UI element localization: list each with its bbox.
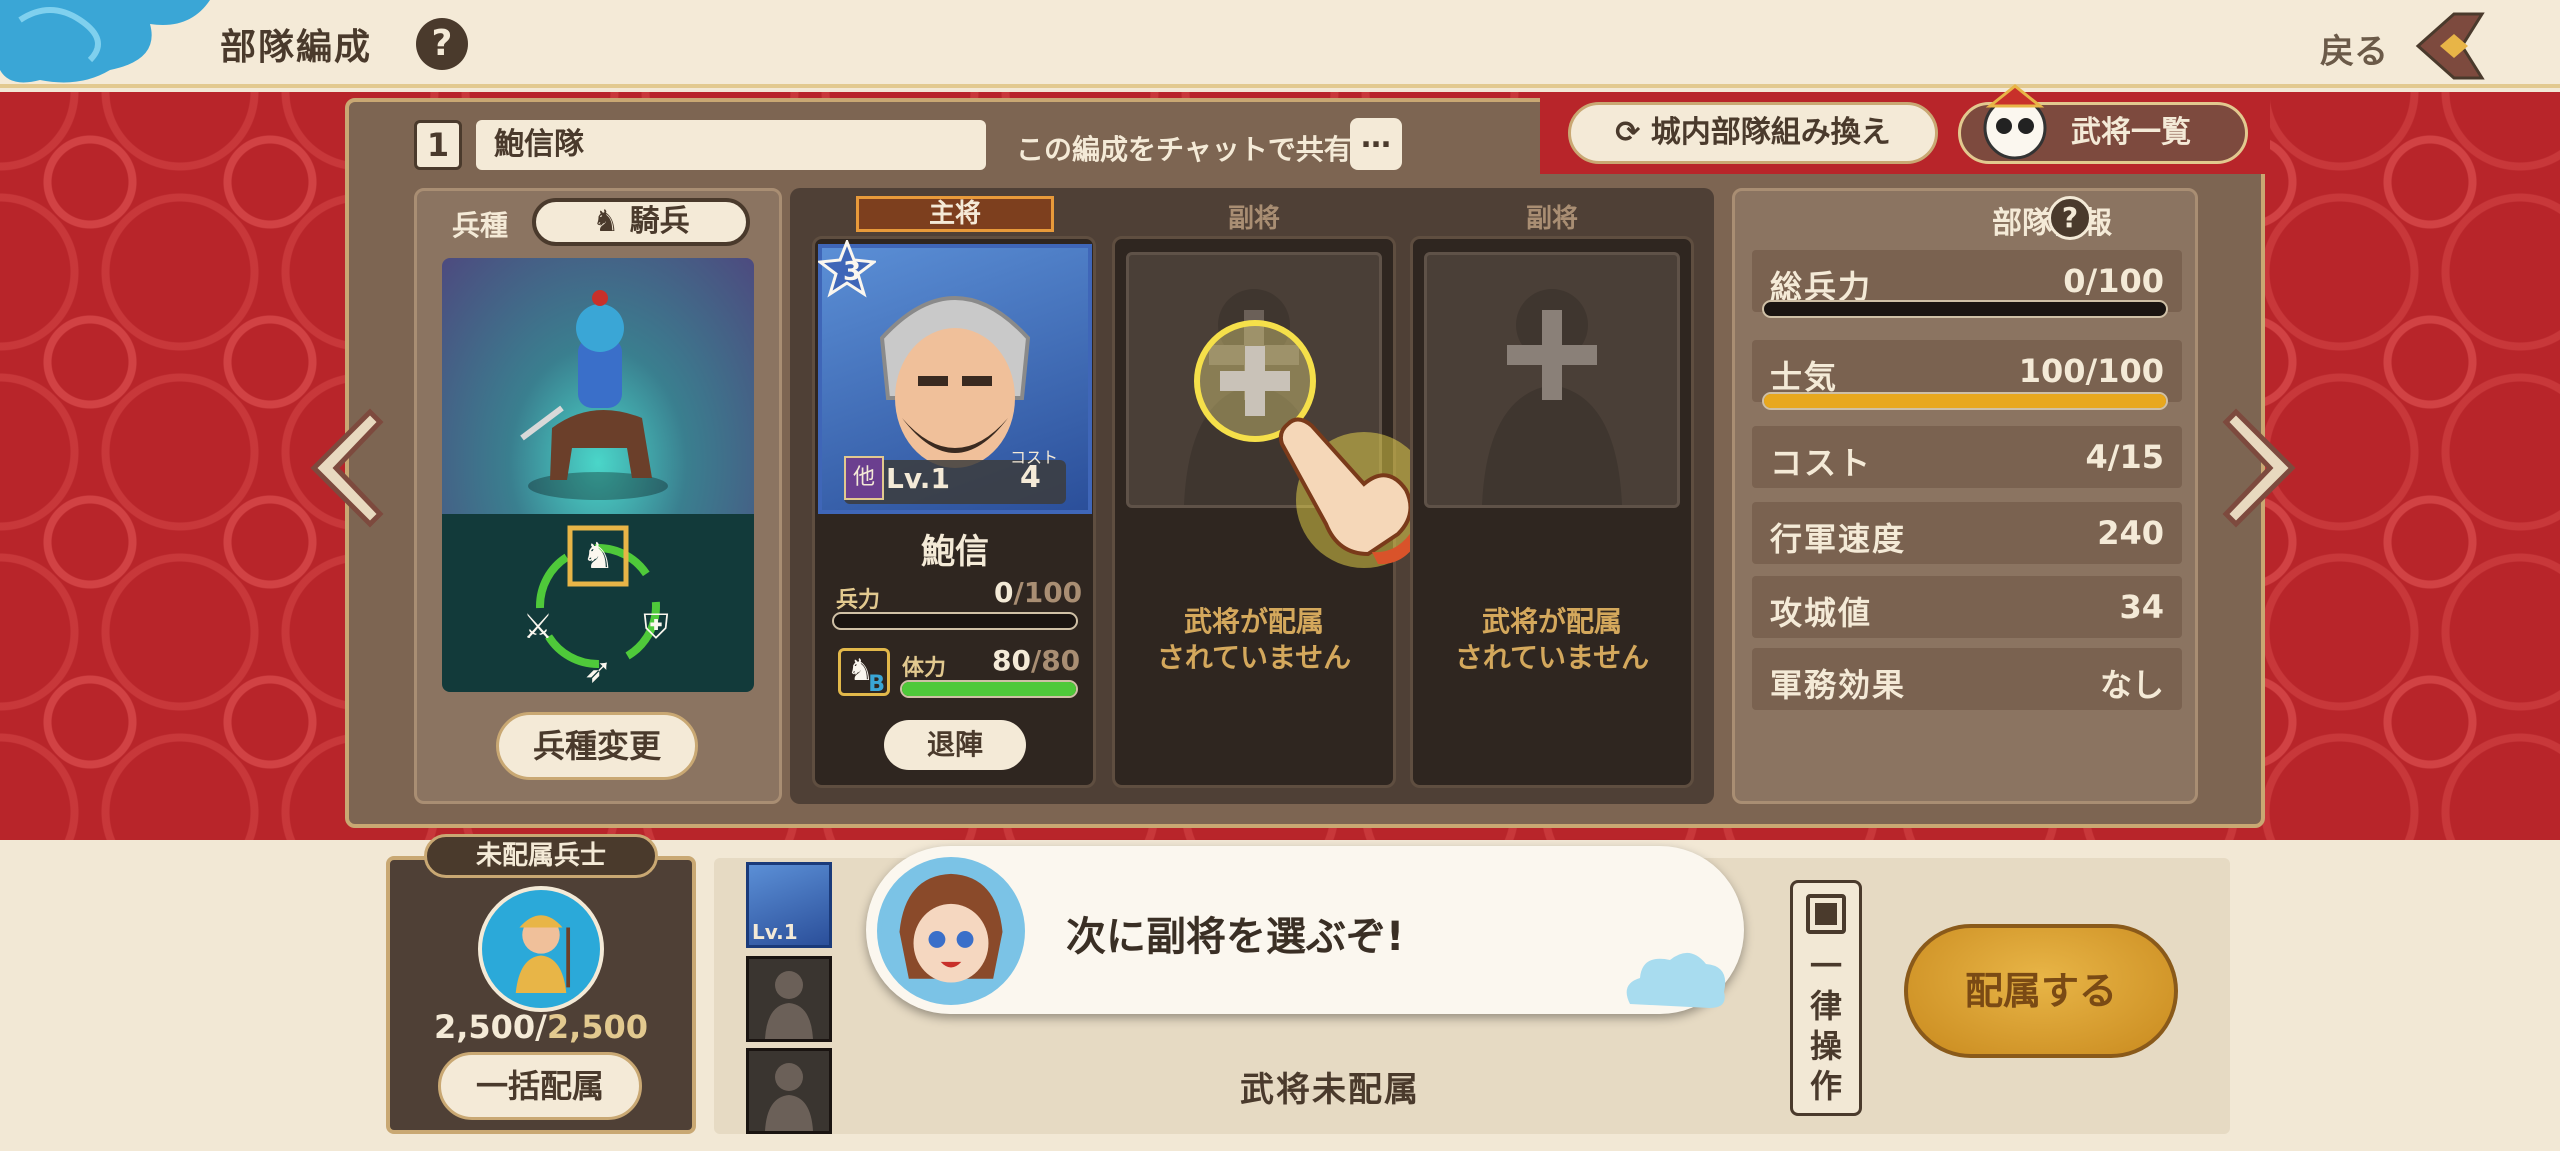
tutorial-message: 次に副将を選ぶぞ!: [1066, 914, 1405, 960]
change-troop-type-button[interactable]: 兵種変更: [496, 712, 698, 780]
silhouette-add-icon: [1482, 289, 1622, 505]
empty-slot-text-2-line1: 武将が配属: [1481, 605, 1622, 638]
sub-general-label-2: 副将: [1525, 204, 1578, 234]
info-row-duty-effect: 軍務効果 なし: [1752, 648, 2182, 710]
troop-type-label: 兵種: [452, 209, 509, 242]
star-rank-value: 3: [843, 257, 861, 287]
unit-info-help-button[interactable]: ?: [2048, 196, 2092, 240]
morale-bar-fill: [1764, 394, 2166, 408]
troop-type-badge: ♞ 騎兵: [532, 198, 750, 246]
back-label[interactable]: 戻る: [2320, 24, 2388, 73]
info-value: 240: [2097, 514, 2164, 552]
info-value: 0/100: [2063, 262, 2164, 300]
team-number: 1: [414, 120, 462, 170]
castle-reorganize-button[interactable]: ⟳ 城内部隊組み換え: [1568, 102, 1938, 164]
info-label: 行軍速度: [1770, 520, 1907, 558]
panda-mascot-icon: [1983, 84, 2047, 160]
retreat-button[interactable]: 退陣: [884, 720, 1026, 770]
info-row-march-speed: 行軍速度 240: [1752, 502, 2182, 564]
help-button[interactable]: ?: [416, 18, 468, 70]
star-rank-icon: 3: [818, 240, 876, 298]
soldier-count-max: 2,500: [546, 1008, 649, 1046]
empty-portrait-frame-2[interactable]: [1424, 252, 1680, 508]
soldier-icon: [478, 886, 604, 1012]
unassigned-soldiers-label: 未配属兵士: [424, 834, 658, 878]
cloud-decoration-icon: [1626, 952, 1726, 1008]
troops-value: 0/100: [994, 576, 1082, 609]
share-chat-link[interactable]: この編成をチャットで共有: [1016, 128, 1352, 168]
info-label: 攻城値: [1770, 594, 1873, 632]
info-label: コスト: [1770, 444, 1873, 482]
troop-advantage-cycle: ♞ ⚔ ⛨ ➶: [442, 514, 754, 692]
bulk-operation-checkbox[interactable]: [1806, 894, 1846, 934]
stamina-label: 体力: [902, 656, 947, 681]
troops-bar: [832, 612, 1078, 630]
info-row-cost: コスト 4/15: [1752, 426, 2182, 488]
page-title: 部隊編成: [220, 27, 373, 68]
silhouette-icon: [765, 971, 813, 1039]
soldier-count-current: 2,500/: [433, 1008, 547, 1046]
svg-text:➶: ➶: [584, 651, 613, 691]
team-name-field[interactable]: 鮑信隊: [476, 120, 986, 170]
guide-character-avatar: [872, 852, 1030, 1010]
info-value: なし: [2099, 666, 2164, 704]
empty-thumbnail[interactable]: [746, 956, 832, 1042]
total-troops-bar: [1762, 300, 2168, 318]
bulk-operation-label: 一律操作: [1809, 947, 1842, 1105]
empty-slot-text-2: 武将が配属 されていません: [1410, 604, 1694, 676]
thumbnail-level: Lv.1: [752, 920, 798, 944]
silhouette-icon: [765, 1063, 813, 1131]
advantage-cycle-icon: ♞ ⚔ ⛨ ➶: [523, 525, 669, 691]
previous-team-arrow-icon[interactable]: [300, 406, 384, 530]
empty-slot-text-1: 武将が配属 されていません: [1112, 604, 1396, 676]
svg-text:⛨: ⛨: [643, 607, 669, 647]
empty-thumbnail[interactable]: [746, 1048, 832, 1134]
main-general-label: 主将: [856, 196, 1054, 232]
horse-icon: ♞: [592, 204, 630, 239]
refresh-icon: ⟳: [1615, 115, 1651, 150]
info-value: 34: [2119, 588, 2164, 626]
general-name: 鮑信: [921, 532, 989, 572]
troops-max: /100: [1013, 576, 1083, 609]
back-arrow-icon[interactable]: [2410, 6, 2490, 86]
sub-general-label-1: 副将: [1227, 204, 1280, 234]
troops-current: 0: [994, 576, 1014, 609]
share-more-button[interactable]: …: [1350, 118, 1402, 170]
info-row-siege-value: 攻城値 34: [1752, 576, 2182, 638]
cloud-decoration-icon: [0, 0, 210, 83]
empty-slot-text-1-line2: されていません: [1156, 641, 1352, 674]
troop-type-name: 騎兵: [629, 204, 690, 239]
stamina-bar-fill: [902, 682, 1076, 696]
stamina-bar: [900, 680, 1078, 698]
assign-button[interactable]: 配属する: [1904, 924, 2178, 1058]
faction-badge: 他: [844, 456, 884, 500]
svg-text:♞: ♞: [582, 536, 614, 577]
empty-slot-text-2-line2: されていません: [1454, 641, 1650, 674]
cost-value: 4: [1020, 460, 1041, 495]
header-bar: [0, 0, 2560, 88]
troops-label: 兵力: [836, 588, 881, 613]
info-label: 軍務効果: [1770, 666, 1907, 704]
no-general-assigned-text: 武将未配属: [1240, 1070, 1420, 1110]
soldier-count: 2,500/2,500: [386, 1008, 696, 1046]
castle-reorganize-label: 城内部隊組み換え: [1650, 115, 1891, 150]
cavalry-rider-icon: [520, 290, 668, 500]
info-value: 4/15: [2085, 438, 2164, 476]
stamina-value: 80/80: [992, 644, 1080, 677]
stamina-max: /80: [1030, 644, 1081, 677]
general-level: Lv.1: [886, 462, 950, 495]
empty-slot-text-1-line1: 武将が配属: [1183, 605, 1324, 638]
svg-text:⚔: ⚔: [523, 607, 553, 647]
next-team-arrow-icon[interactable]: [2222, 406, 2306, 530]
assign-all-button[interactable]: 一括配属: [438, 1052, 642, 1120]
stamina-current: 80: [992, 644, 1031, 677]
info-value: 100/100: [2018, 352, 2164, 390]
morale-bar: [1762, 392, 2168, 410]
cavalry-unit-image: [442, 258, 754, 514]
horse-rank-letter: B: [868, 672, 885, 697]
horse-rank-badge: ♞ B: [838, 648, 890, 697]
